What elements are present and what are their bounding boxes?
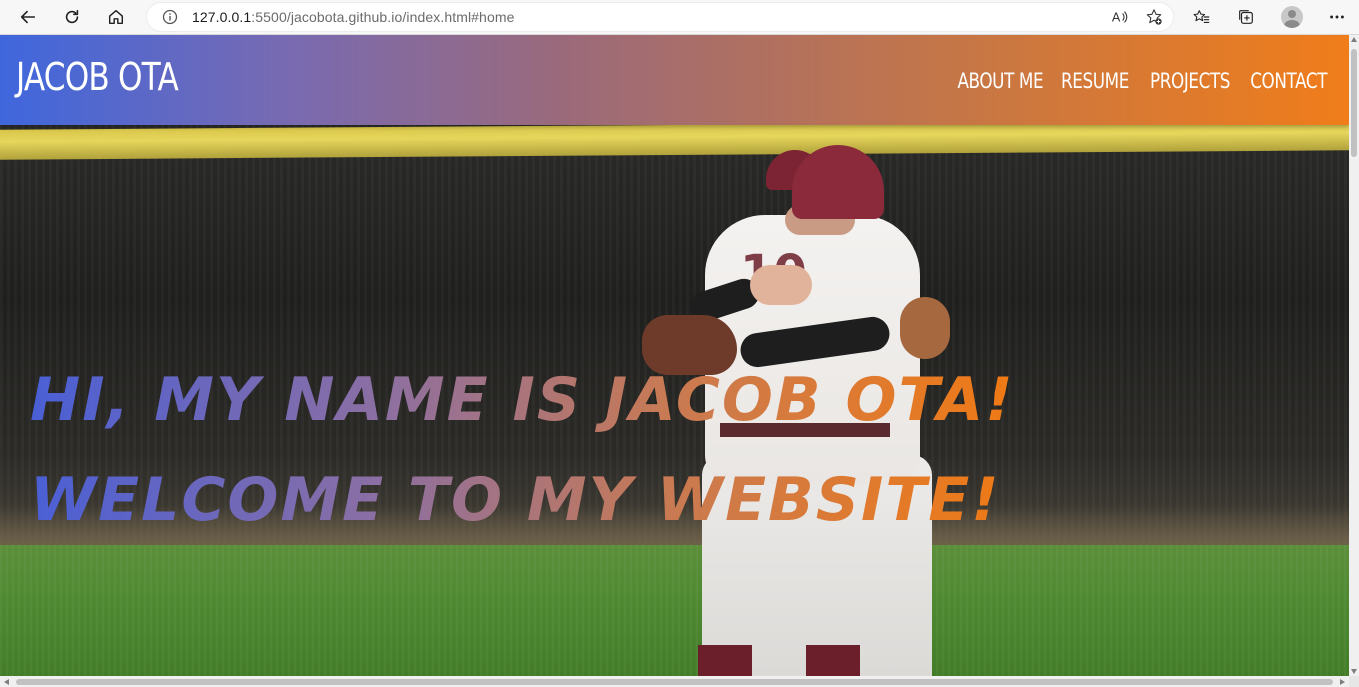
page-viewport: 10 HI, MY NAME IS JACOB OTA! WELCOME TO …	[0, 35, 1349, 676]
hero-line-2: WELCOME TO MY WEBSITE!	[30, 465, 1001, 535]
refresh-icon[interactable]	[58, 3, 86, 31]
site-header: JACOB OTA ABOUT ME RESUME PROJECTS CONTA…	[0, 35, 1349, 125]
player-hand	[750, 265, 812, 305]
info-icon[interactable]	[162, 9, 178, 25]
add-favorite-icon[interactable]	[1144, 7, 1164, 27]
nav-contact[interactable]: CONTACT	[1250, 69, 1327, 93]
url-text[interactable]: 127.0.0.1:5500/jacobota.github.io/index.…	[192, 9, 514, 25]
url-host: 127.0.0.1	[192, 9, 252, 25]
back-arrow-icon[interactable]	[14, 3, 42, 31]
scroll-down-arrow-icon[interactable]	[1351, 669, 1357, 674]
scrollbar-corner	[1349, 676, 1359, 687]
hero-section: 10 HI, MY NAME IS JACOB OTA! WELCOME TO …	[0, 35, 1349, 676]
svg-text:A: A	[1112, 11, 1121, 25]
nav-about-me[interactable]: ABOUT ME	[957, 69, 1043, 93]
vertical-scrollbar[interactable]	[1349, 35, 1359, 676]
browser-toolbar: 127.0.0.1:5500/jacobota.github.io/index.…	[0, 0, 1359, 35]
player-sock-right	[806, 645, 860, 676]
scroll-up-arrow-icon[interactable]	[1351, 37, 1357, 42]
more-menu-icon[interactable]	[1323, 3, 1351, 31]
profile-avatar[interactable]	[1278, 3, 1306, 31]
scroll-right-arrow-icon[interactable]	[1340, 679, 1345, 685]
player-sock-left	[698, 645, 752, 676]
address-bar[interactable]: 127.0.0.1:5500/jacobota.github.io/index.…	[146, 2, 1174, 32]
url-path: :5500/jacobota.github.io/index.html#home	[251, 9, 515, 25]
nav-resume[interactable]: RESUME	[1061, 69, 1129, 93]
read-aloud-icon[interactable]: A	[1110, 7, 1130, 27]
avatar	[1281, 6, 1303, 28]
horizontal-scrollbar[interactable]	[0, 676, 1349, 687]
collections-icon[interactable]	[1232, 3, 1260, 31]
hero-line-1: HI, MY NAME IS JACOB OTA!	[30, 365, 1015, 435]
scroll-left-arrow-icon[interactable]	[4, 679, 9, 685]
nav-projects[interactable]: PROJECTS	[1150, 69, 1230, 93]
vertical-scroll-thumb[interactable]	[1351, 49, 1357, 157]
home-icon[interactable]	[102, 3, 130, 31]
hero-heading: HI, MY NAME IS JACOB OTA! WELCOME TO MY …	[30, 350, 1015, 550]
site-logo[interactable]: JACOB OTA	[16, 55, 179, 99]
hero-background-grass	[0, 545, 1349, 676]
horizontal-scroll-thumb[interactable]	[16, 679, 1333, 685]
favorites-icon[interactable]	[1188, 3, 1216, 31]
main-nav: ABOUT ME RESUME PROJECTS CONTACT	[950, 69, 1327, 93]
